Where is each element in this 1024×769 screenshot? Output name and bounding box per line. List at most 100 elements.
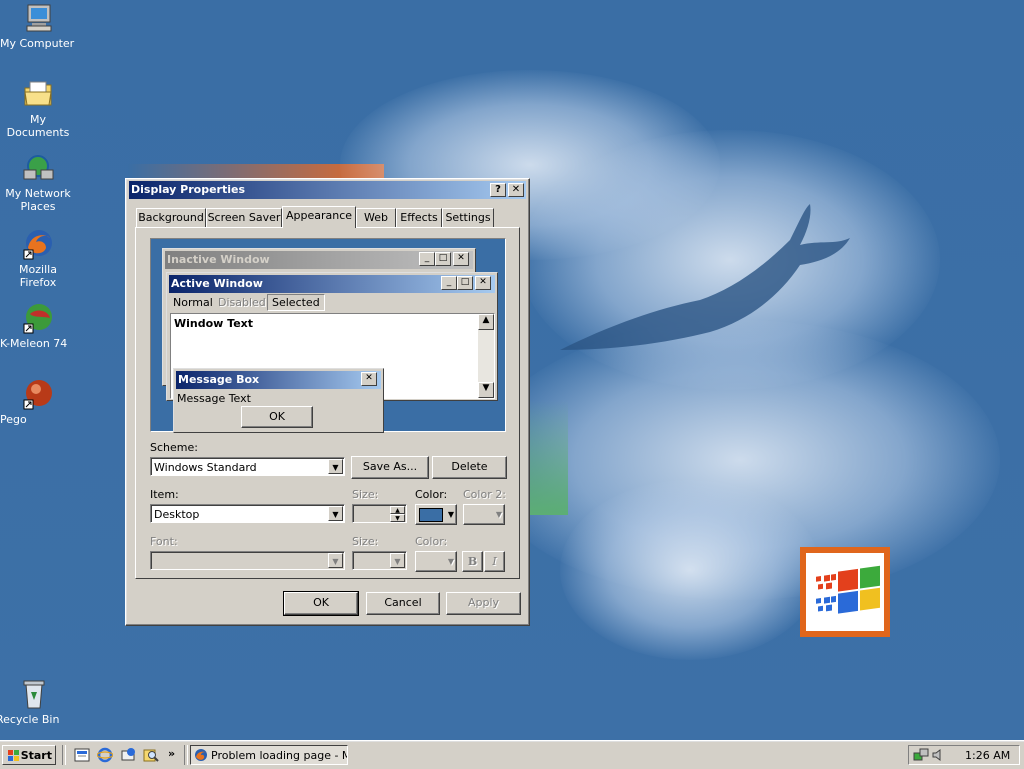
chevron-down-icon: ▼ — [447, 510, 454, 519]
item-value: Desktop — [154, 508, 200, 521]
scroll-up-icon: ▲ — [478, 314, 494, 330]
italic-button: I — [484, 551, 505, 572]
volume-icon[interactable] — [931, 748, 945, 762]
tab-background[interactable]: Background — [136, 208, 206, 227]
taskbar-divider — [62, 745, 66, 765]
close-icon: ✕ — [475, 276, 491, 290]
desktop-icon-k-meleon[interactable]: K-Meleon 74 — [0, 302, 76, 350]
folder-documents-icon — [22, 78, 54, 110]
recycle-bin-icon — [18, 678, 50, 710]
preview-menu-disabled: Disabled — [218, 296, 266, 309]
firefox-icon — [195, 749, 207, 761]
search-icon[interactable] — [143, 747, 159, 763]
bold-button: B — [462, 551, 483, 572]
font-dropdown: ▼ — [150, 551, 345, 570]
taskbar-button-label: Problem loading page - M... — [211, 749, 348, 762]
outlook-express-icon[interactable] — [120, 747, 136, 763]
internet-explorer-icon[interactable] — [97, 747, 113, 763]
maximize-icon: □ — [457, 276, 473, 290]
preview-menu-normal: Normal — [173, 296, 213, 309]
item-dropdown[interactable]: Desktop ▼ — [150, 504, 345, 523]
chevron-down-icon: ▼ — [447, 557, 454, 566]
minimize-icon: _ — [419, 252, 435, 266]
spin-up-icon: ▲ — [390, 506, 405, 514]
font-size-dropdown: ▼ — [352, 551, 407, 570]
wallpaper-diver — [560, 204, 850, 350]
tab-effects[interactable]: Effects — [396, 208, 442, 227]
clock[interactable]: 1:26 AM — [965, 749, 1010, 762]
windows-logo-badge — [800, 547, 890, 637]
cancel-button[interactable]: Cancel — [366, 592, 440, 615]
chevron-down-icon: ▼ — [328, 506, 343, 521]
preview-message-box: Message Box ✕ Message Text OK — [173, 368, 384, 433]
preview-message-box-title: Message Box — [176, 371, 381, 389]
desktop: My Computer My Documents My Network Plac… — [0, 0, 1024, 740]
taskbar-divider — [184, 745, 188, 765]
delete-button[interactable]: Delete — [432, 456, 507, 479]
tab-web[interactable]: Web — [356, 208, 396, 227]
dialog-title: Display Properties — [131, 183, 246, 196]
item-color2-label: Color 2: — [463, 488, 506, 501]
preview-ok-button: OK — [241, 406, 313, 428]
firefox-icon — [22, 228, 54, 260]
chevron-down-icon: ▼ — [495, 510, 502, 519]
network-tray-icon[interactable] — [913, 748, 929, 762]
dialog-titlebar[interactable]: Display Properties ? ✕ — [129, 181, 526, 199]
appearance-preview[interactable]: Inactive Window _ □ ✕ Active Window _ □ … — [150, 238, 506, 433]
icon-label: K-Meleon 74 — [0, 337, 68, 350]
icon-label: My Computer — [0, 37, 75, 50]
icon-label: Recycle Bin — [0, 713, 60, 726]
item-color-button[interactable]: ▼ — [415, 504, 457, 525]
icon-label: Mozilla Firefox — [19, 263, 57, 289]
tab-screen-saver[interactable]: Screen Saver — [206, 208, 282, 227]
desktop-icon-network-places[interactable]: My Network Places — [0, 152, 76, 213]
item-color2-button: ▼ — [463, 504, 505, 525]
start-button[interactable]: Start — [2, 745, 56, 765]
show-desktop-icon[interactable] — [74, 747, 90, 763]
preview-message-text: Message Text — [177, 392, 251, 405]
minimize-icon: _ — [441, 276, 457, 290]
icon-label: My Documents — [6, 113, 70, 139]
font-color-label: Color: — [415, 535, 448, 548]
taskbar-button-firefox[interactable]: Problem loading page - M... — [190, 745, 348, 765]
font-label: Font: — [150, 535, 178, 548]
close-button[interactable]: ✕ — [508, 183, 524, 197]
preview-window-text: Window Text — [174, 317, 254, 330]
taskbar: Start » Problem loading page - M... 1:26… — [0, 740, 1024, 769]
pego-icon — [22, 378, 54, 410]
display-properties-dialog: Display Properties ? ✕ Background Screen… — [125, 178, 530, 626]
scheme-dropdown[interactable]: Windows Standard ▼ — [150, 457, 345, 476]
save-as-button[interactable]: Save As... — [351, 456, 429, 479]
close-icon: ✕ — [361, 372, 377, 386]
preview-scrollbar: ▲ ▼ — [478, 314, 494, 398]
desktop-icon-my-documents[interactable]: My Documents — [0, 78, 76, 139]
windows-flag-icon — [8, 750, 19, 761]
desktop-icon-recycle-bin[interactable]: Recycle Bin — [0, 678, 72, 726]
desktop-icon-my-computer[interactable]: My Computer — [0, 2, 76, 50]
scheme-value: Windows Standard — [154, 461, 257, 474]
desktop-icon-firefox[interactable]: Mozilla Firefox — [0, 228, 76, 289]
network-icon — [22, 152, 54, 184]
desktop-icon-pego[interactable]: Pego — [0, 378, 76, 426]
tab-settings[interactable]: Settings — [442, 208, 494, 227]
icon-label: Pego — [0, 413, 27, 426]
ok-button[interactable]: OK — [283, 591, 359, 616]
help-button[interactable]: ? — [490, 183, 506, 197]
close-icon: ✕ — [453, 252, 469, 266]
item-color-label: Color: — [415, 488, 448, 501]
chevron-down-icon: ▼ — [328, 553, 343, 568]
system-tray: 1:26 AM — [908, 745, 1020, 765]
color-swatch — [419, 508, 443, 522]
preview-menu-selected: Selected — [267, 294, 325, 311]
scheme-label: Scheme: — [150, 441, 198, 454]
chevron-down-icon: ▼ — [328, 459, 343, 474]
tab-appearance[interactable]: Appearance — [282, 206, 356, 228]
computer-icon — [22, 2, 54, 34]
wallpaper-strip-green — [528, 400, 568, 515]
spin-down-icon: ▼ — [390, 514, 405, 522]
item-size-spinner: ▲ ▼ — [352, 504, 407, 523]
icon-label: My Network Places — [5, 187, 71, 213]
wallpaper-cloud — [560, 480, 820, 660]
scroll-down-icon: ▼ — [478, 382, 494, 398]
quick-launch-more[interactable]: » — [168, 747, 175, 760]
